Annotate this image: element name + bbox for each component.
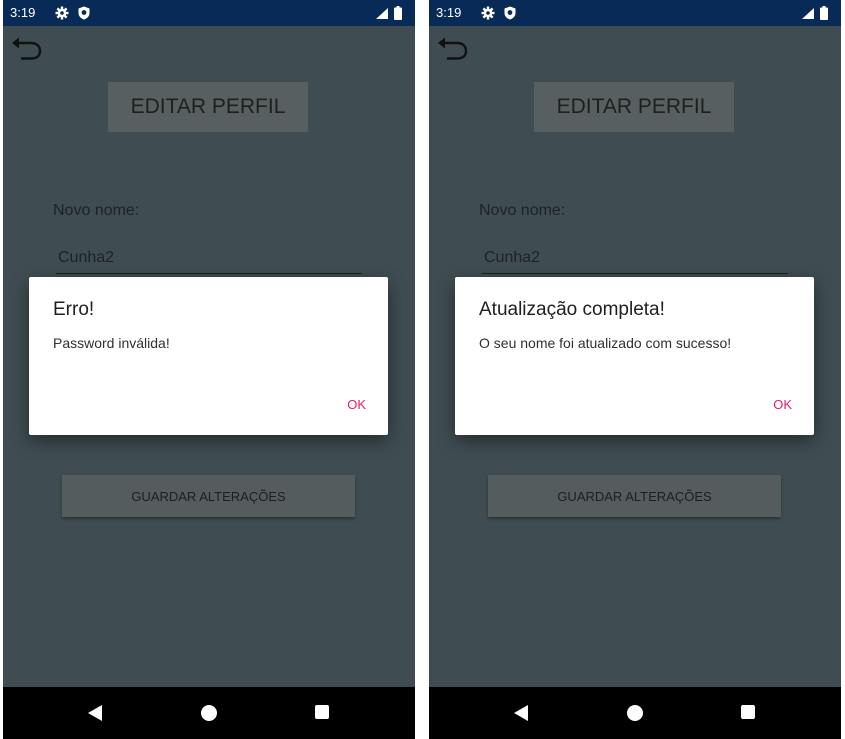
signal-icon (802, 8, 814, 19)
dialog-title: Atualização completa! (479, 299, 665, 320)
battery-icon (394, 6, 402, 20)
nav-home-icon[interactable] (201, 705, 217, 721)
shield-icon (78, 6, 90, 20)
status-bar: 3:19 (429, 0, 841, 26)
nav-recents-icon[interactable] (741, 705, 755, 719)
navigation-bar (429, 687, 841, 739)
page-title: EDITAR PERFIL (534, 82, 734, 132)
dialog-ok-button[interactable]: OK (773, 397, 792, 412)
page-title: EDITAR PERFIL (108, 82, 308, 132)
dialog-title: Erro! (53, 299, 95, 320)
error-dialog: Erro! Password inválida! OK (29, 277, 388, 435)
shield-icon (504, 6, 516, 20)
dialog-message: O seu nome foi atualizado com sucesso! (479, 335, 732, 351)
new-name-input[interactable] (56, 242, 362, 274)
nav-back-icon[interactable] (514, 705, 528, 721)
save-changes-button[interactable]: GUARDAR ALTERAÇÕES (488, 475, 781, 517)
nav-back-icon[interactable] (88, 705, 102, 721)
edit-profile-screen: EDITAR PERFIL Novo nome: GUARDAR ALTERAÇ… (429, 26, 841, 687)
dialog-message: Password inválida! (53, 335, 170, 351)
navigation-bar (3, 687, 415, 739)
status-bar: 3:19 (3, 0, 415, 26)
save-changes-button[interactable]: GUARDAR ALTERAÇÕES (62, 475, 355, 517)
success-dialog: Atualização completa! O seu nome foi atu… (455, 277, 814, 435)
dialog-ok-button[interactable]: OK (347, 397, 366, 412)
battery-icon (820, 6, 828, 20)
signal-icon (376, 8, 388, 19)
phone-screen-error: 3:19 EDITAR PERFIL Novo nome: G (3, 0, 415, 739)
nav-home-icon[interactable] (627, 705, 643, 721)
status-time: 3:19 (10, 5, 36, 20)
settings-gear-icon (55, 6, 69, 20)
status-time: 3:19 (436, 5, 462, 20)
new-name-label: Novo nome: (53, 202, 140, 219)
new-name-label: Novo nome: (479, 202, 566, 219)
back-arrow-icon[interactable] (436, 36, 470, 62)
edit-profile-screen: EDITAR PERFIL Novo nome: GUARDAR ALTERAÇ… (3, 26, 415, 687)
phone-screen-success: 3:19 EDITAR PERFIL Novo nome: G (429, 0, 841, 739)
back-arrow-icon[interactable] (10, 36, 44, 62)
settings-gear-icon (481, 6, 495, 20)
new-name-input[interactable] (482, 242, 788, 274)
nav-recents-icon[interactable] (315, 705, 329, 719)
